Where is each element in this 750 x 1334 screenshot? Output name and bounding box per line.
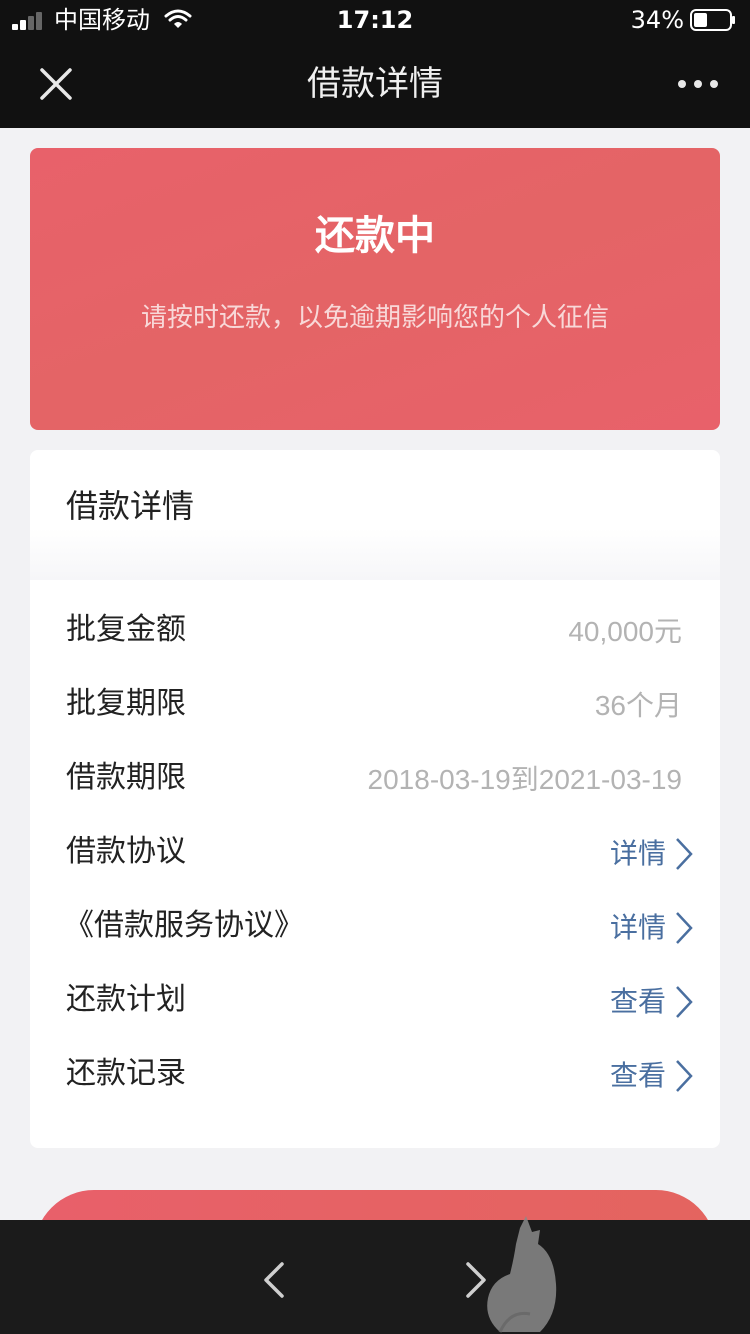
loan-status-title: 还款中 bbox=[315, 213, 435, 259]
repayment-record-label: 还款记录 bbox=[66, 1056, 186, 1091]
cat-watermark-icon bbox=[487, 1216, 557, 1333]
repayment-plan-view-link[interactable]: 查看 bbox=[610, 982, 666, 1022]
repayment-plan-label: 还款计划 bbox=[66, 982, 186, 1017]
service-agreement-details-link[interactable]: 详情 bbox=[610, 908, 666, 948]
battery-icon bbox=[690, 9, 735, 31]
chevron-right-icon[interactable] bbox=[674, 984, 694, 1020]
loan-status-card bbox=[30, 148, 720, 430]
approved-term-value: 36个月 bbox=[594, 690, 682, 721]
loan-period-label: 借款期限 bbox=[66, 760, 186, 795]
browser-toolbar bbox=[0, 1220, 750, 1334]
repayment-record-view-link[interactable]: 查看 bbox=[610, 1056, 666, 1096]
chevron-right-icon[interactable] bbox=[674, 1058, 694, 1094]
battery-percentage: 34% bbox=[630, 6, 684, 34]
loan-status-subtitle: 请按时还款，以免逾期影响您的个人征信 bbox=[140, 303, 609, 333]
chevron-right-icon[interactable] bbox=[674, 836, 694, 872]
loan-period-value: 2018-03-19到2021-03-19 bbox=[367, 764, 682, 795]
back-arrow-icon[interactable] bbox=[258, 1260, 290, 1300]
loan-agreement-label: 借款协议 bbox=[66, 834, 186, 869]
service-agreement-label: 《借款服务协议》 bbox=[64, 908, 304, 943]
chevron-right-icon[interactable] bbox=[674, 910, 694, 946]
loan-agreement-details-link[interactable]: 详情 bbox=[610, 834, 666, 874]
approved-amount-value: 40,000元 bbox=[568, 616, 682, 647]
more-icon[interactable] bbox=[676, 68, 720, 100]
status-bar: 中国移动 17:12 34% bbox=[0, 0, 750, 40]
page-title: 借款详情 bbox=[307, 64, 443, 104]
nav-bar: 借款详情 bbox=[0, 40, 750, 128]
approved-term-label: 批复期限 bbox=[66, 686, 186, 721]
approved-amount-label: 批复金额 bbox=[66, 612, 186, 647]
section-title: 借款详情 bbox=[66, 487, 195, 525]
